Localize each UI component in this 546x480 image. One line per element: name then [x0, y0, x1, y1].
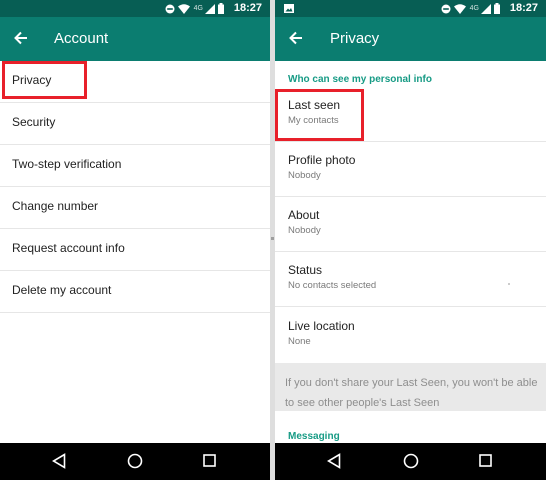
- page-title: Account: [54, 30, 109, 47]
- back-arrow-icon[interactable]: [289, 31, 303, 45]
- privacy-item-title: Profile photo: [288, 153, 356, 167]
- menu-item-two-step-verification[interactable]: Two-step verification: [0, 145, 270, 187]
- menu-item-request-account-info[interactable]: Request account info: [0, 229, 270, 271]
- nav-recents-icon[interactable]: [203, 454, 216, 467]
- wifi-icon: [177, 3, 190, 14]
- nav-back-icon[interactable]: [52, 453, 66, 469]
- navigation-bar: [275, 443, 546, 480]
- privacy-highlight-box: [2, 61, 87, 99]
- section-header-messaging: Messaging: [288, 431, 340, 442]
- last-seen-highlight-box: [275, 89, 364, 141]
- network-type-label: 4G: [469, 5, 479, 12]
- menu-item-security[interactable]: Security: [0, 103, 270, 145]
- dnd-icon: [441, 4, 451, 13]
- section-header-personal-info: Who can see my personal info: [288, 74, 432, 85]
- menu-item-label: Change number: [12, 199, 99, 213]
- status-bar: 4G 18:27: [275, 0, 546, 17]
- navigation-bar: [0, 443, 270, 480]
- nav-home-icon[interactable]: [403, 453, 419, 469]
- menu-item-label: Request account info: [12, 241, 125, 255]
- privacy-item-about[interactable]: About Nobody: [275, 197, 546, 252]
- divider-mark: [271, 237, 274, 240]
- nav-home-icon[interactable]: [127, 453, 143, 469]
- nav-recents-icon[interactable]: [479, 454, 492, 467]
- network-type-label: 4G: [193, 5, 203, 12]
- app-bar: Account: [0, 17, 270, 61]
- status-bar: 4G 18:27: [0, 0, 270, 17]
- account-screen: 4G 18:27 Account Privacy Security Two-st…: [0, 0, 270, 480]
- privacy-item-value: No contacts selected: [288, 280, 377, 291]
- privacy-screen: 4G 18:27 Privacy Who can see my personal…: [275, 0, 546, 480]
- app-bar: Privacy: [275, 17, 546, 61]
- menu-item-label: Delete my account: [12, 283, 112, 297]
- signal-icon: [481, 3, 491, 14]
- page-title: Privacy: [330, 30, 380, 47]
- battery-icon: [218, 3, 224, 14]
- back-arrow-icon[interactable]: [14, 31, 28, 45]
- last-seen-info-note: If you don't share your Last Seen, you w…: [275, 363, 546, 411]
- image-notification-icon: [284, 4, 294, 13]
- privacy-item-value: Nobody: [288, 170, 321, 181]
- privacy-item-title: About: [288, 208, 320, 222]
- privacy-item-value: None: [288, 336, 311, 347]
- menu-item-change-number[interactable]: Change number: [0, 187, 270, 229]
- screen-speck: [508, 283, 510, 285]
- battery-icon: [494, 3, 500, 14]
- privacy-item-live-location[interactable]: Live location None: [275, 308, 546, 362]
- menu-item-label: Two-step verification: [12, 157, 122, 171]
- menu-item-label: Security: [12, 115, 56, 129]
- menu-item-delete-account[interactable]: Delete my account: [0, 271, 270, 313]
- dnd-icon: [165, 4, 175, 13]
- nav-back-icon[interactable]: [327, 453, 341, 469]
- signal-icon: [205, 3, 215, 14]
- status-icons: 4G: [441, 3, 500, 14]
- info-note-text: If you don't share your Last Seen, you w…: [285, 377, 538, 409]
- status-icons: 4G: [165, 3, 224, 14]
- privacy-item-status[interactable]: Status No contacts selected: [275, 252, 546, 307]
- status-time: 18:27: [233, 2, 262, 14]
- status-time: 18:27: [509, 2, 538, 14]
- privacy-item-value: Nobody: [288, 225, 321, 236]
- privacy-item-title: Status: [288, 263, 323, 277]
- privacy-item-profile-photo[interactable]: Profile photo Nobody: [275, 142, 546, 197]
- wifi-icon: [453, 3, 466, 14]
- privacy-item-title: Live location: [288, 319, 355, 333]
